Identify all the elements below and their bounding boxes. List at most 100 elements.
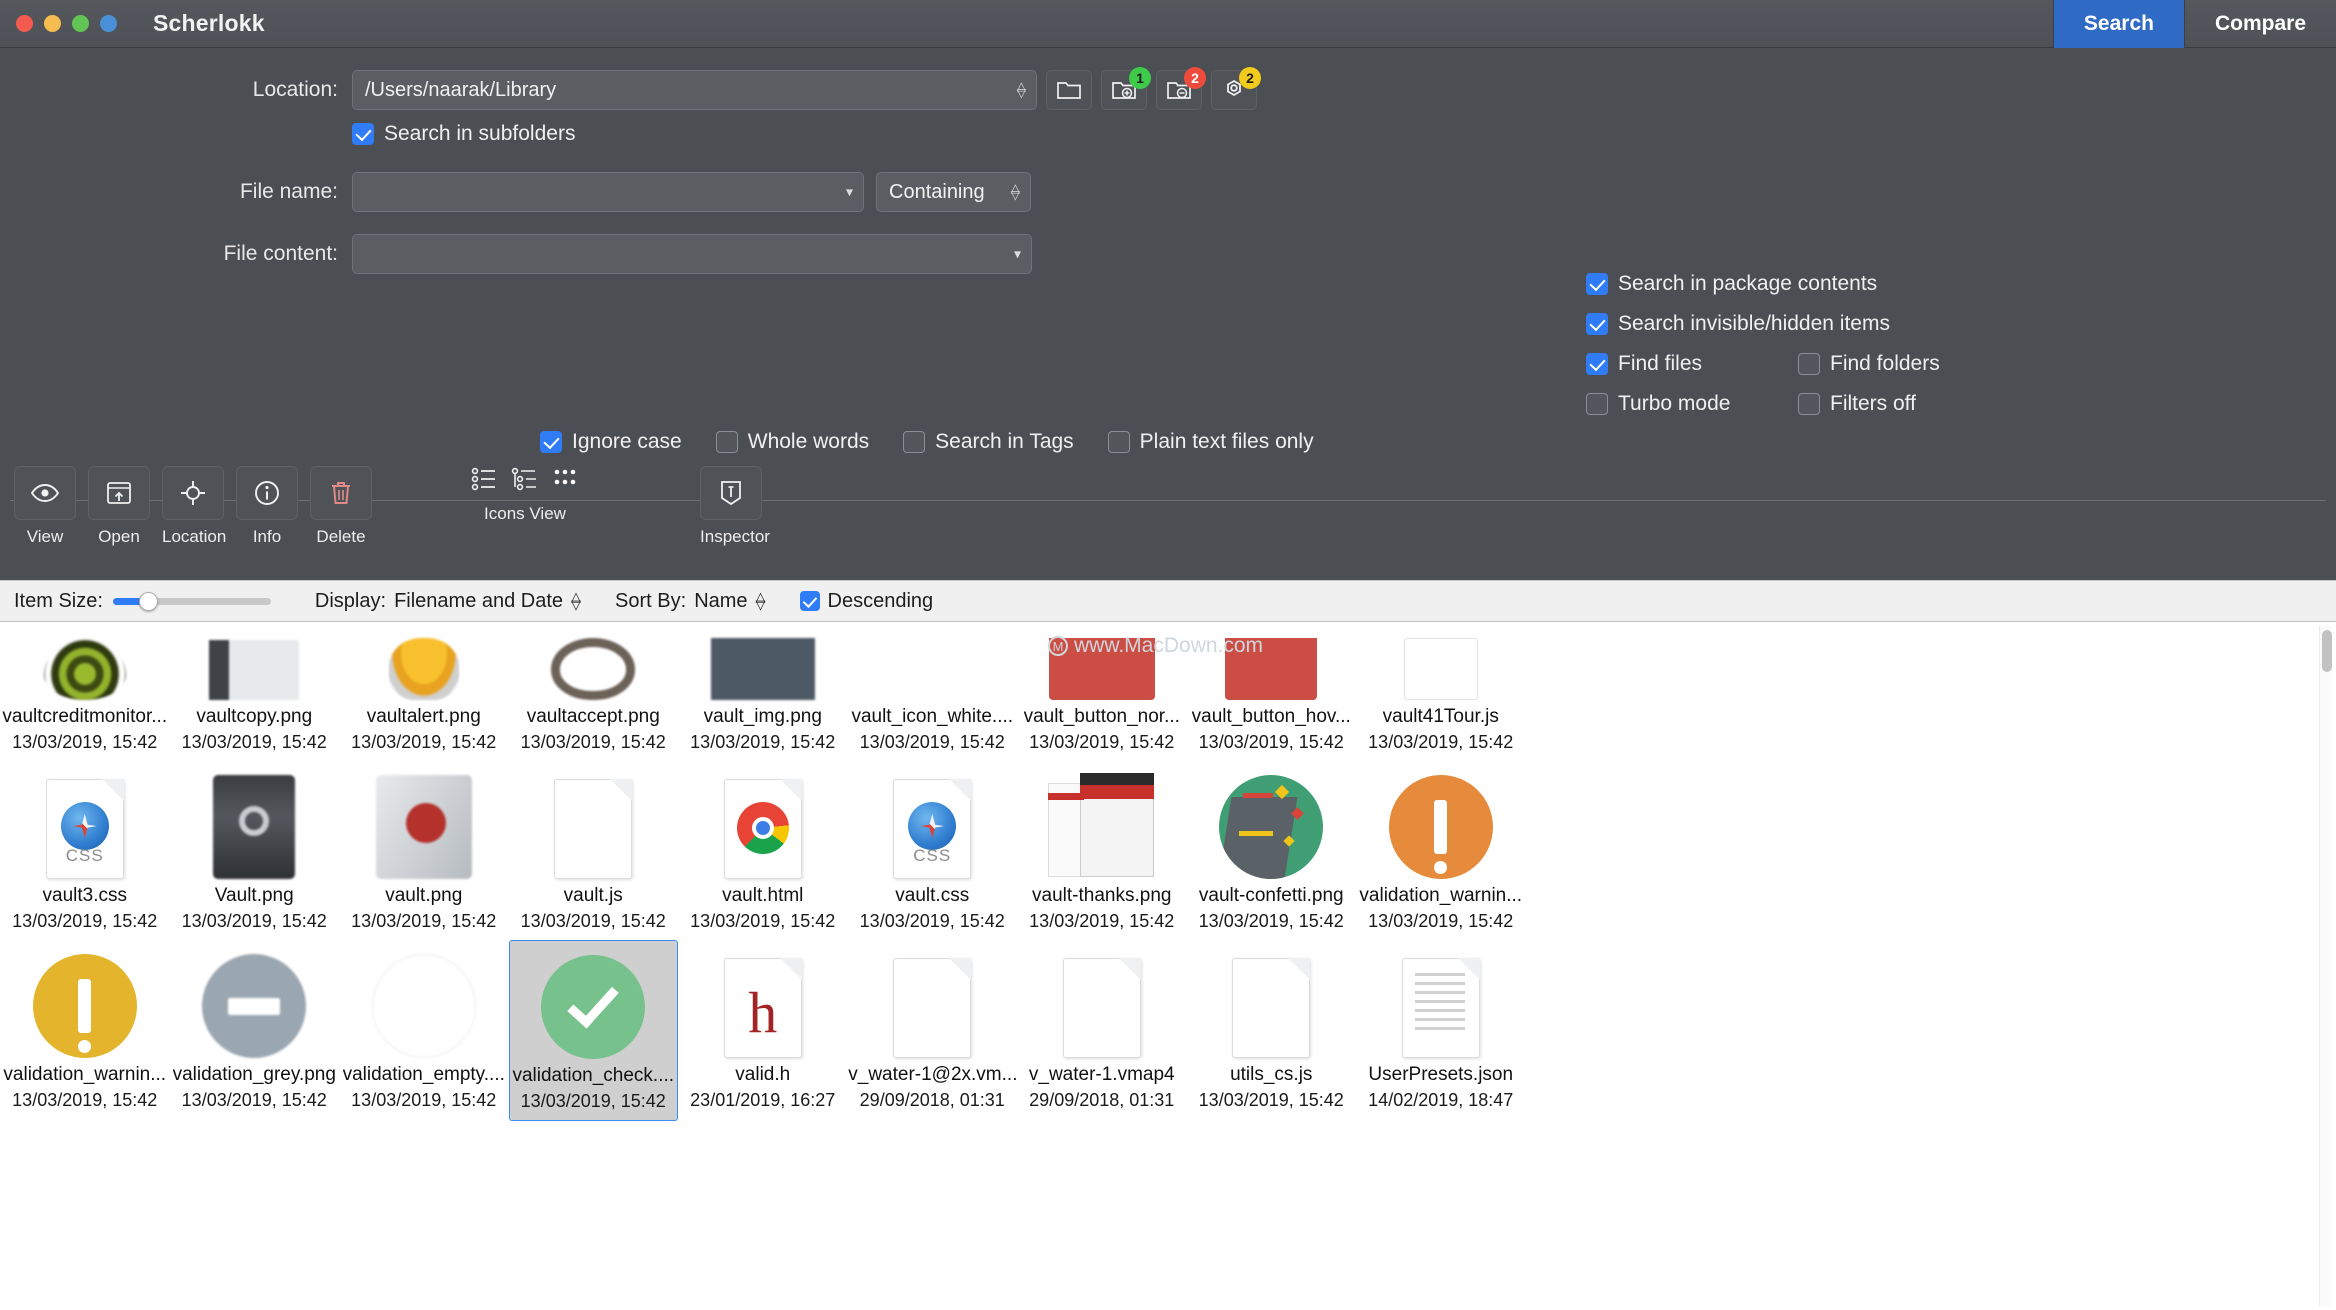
file-date: 13/03/2019, 15:42 <box>520 911 666 931</box>
checkbox-box[interactable] <box>1586 353 1608 375</box>
option-filters-off[interactable]: Filters off <box>1798 392 1916 416</box>
blank-page-icon <box>1232 958 1311 1058</box>
file-name: vault_img.png <box>703 706 822 727</box>
checkbox-box[interactable] <box>1586 273 1608 295</box>
folder-icon <box>1057 82 1081 99</box>
list-item[interactable]: vault.js 13/03/2019, 15:42 <box>509 761 679 940</box>
minimize-button[interactable] <box>44 15 61 32</box>
results-scrollbar[interactable] <box>2319 626 2332 1306</box>
list-item[interactable]: validation_check.... 13/03/2019, 15:42 <box>508 940 678 1121</box>
list-item[interactable]: utils_cs.js 13/03/2019, 15:42 <box>1187 940 1357 1121</box>
checkbox-box[interactable] <box>903 431 926 453</box>
option-plain-text-only[interactable]: Plain text files only <box>1107 430 1314 454</box>
display-select[interactable]: Display: Filename and Date △ ▽ <box>315 590 581 613</box>
location-row: Location: /Users/naarak/Library △ ▽ 1 2 … <box>0 67 2336 110</box>
checkbox-box[interactable] <box>799 591 820 611</box>
inspector-button[interactable]: Inspector <box>700 466 770 547</box>
remove-folder-button[interactable]: 2 <box>1156 67 1206 110</box>
open-button[interactable]: Open <box>88 466 150 547</box>
close-button[interactable] <box>16 15 33 32</box>
checkbox-box[interactable] <box>1586 313 1608 335</box>
checkbox-label: Ignore case <box>572 430 682 453</box>
match-mode-select[interactable]: Containing △ ▽ <box>876 172 1031 212</box>
list-item[interactable]: validation_warnin... 13/03/2019, 15:42 <box>1356 761 1526 940</box>
list-item[interactable]: validation_warnin... 13/03/2019, 15:42 <box>0 940 170 1121</box>
chevron-updown-icon[interactable]: △ ▽ <box>756 590 766 611</box>
list-view-button[interactable] <box>470 466 498 497</box>
chevron-updown-icon[interactable]: △ ▽ <box>1017 80 1026 99</box>
chevron-down-icon[interactable]: ▾ <box>846 184 853 201</box>
list-item[interactable]: h valid.h 23/01/2019, 16:27 <box>678 940 848 1121</box>
file-content-input[interactable]: ▾ <box>352 234 1032 274</box>
file-thumbnail <box>213 767 296 879</box>
list-item[interactable]: vault-thanks.png 13/03/2019, 15:42 <box>1017 761 1187 940</box>
list-item[interactable]: vault41Tour.js 13/03/2019, 15:42 <box>1356 622 1526 761</box>
list-item[interactable]: vaultalert.png 13/03/2019, 15:42 <box>339 622 509 761</box>
list-item[interactable]: vault_button_nor... 13/03/2019, 15:42 <box>1017 622 1187 761</box>
info-button[interactable]: Info <box>236 466 298 547</box>
checkbox-label: Search in subfolders <box>384 122 576 145</box>
list-item[interactable]: Vault.png 13/03/2019, 15:42 <box>170 761 340 940</box>
chevron-down-icon[interactable]: ▾ <box>1014 246 1021 263</box>
settings-button[interactable]: 2 <box>1211 67 1261 110</box>
list-item[interactable]: vault_icon_white.... 13/03/2019, 15:42 <box>848 622 1018 761</box>
list-item[interactable]: vault.png 13/03/2019, 15:42 <box>339 761 509 940</box>
checkbox-box[interactable] <box>1107 431 1130 453</box>
item-size-slider[interactable] <box>112 591 271 611</box>
list-item[interactable]: CSS vault3.css 13/03/2019, 15:42 <box>0 761 170 940</box>
list-item[interactable]: validation_empty.... 13/03/2019, 15:42 <box>339 940 509 1121</box>
checkbox-box[interactable] <box>352 123 374 145</box>
checkbox-box[interactable] <box>540 431 562 453</box>
tab-compare[interactable]: Compare <box>2183 0 2336 48</box>
option-find-folders[interactable]: Find folders <box>1798 352 1940 376</box>
list-item[interactable]: v_water-1.vmap4 29/09/2018, 01:31 <box>1017 940 1187 1121</box>
checkbox-box[interactable] <box>1798 353 1820 375</box>
option-search-in-tags[interactable]: Search in Tags <box>903 430 1074 454</box>
yellow-exclamation-icon <box>32 954 137 1058</box>
file-thumbnail <box>710 628 815 700</box>
option-find-files[interactable]: Find files <box>1586 352 1798 376</box>
list-item[interactable]: vaultaccept.png 13/03/2019, 15:42 <box>509 622 679 761</box>
file-name-input[interactable]: ▾ <box>352 172 864 212</box>
add-folder-button[interactable]: 1 <box>1101 67 1151 110</box>
search-in-subfolders-checkbox[interactable]: Search in subfolders <box>352 122 575 146</box>
zoom-button[interactable] <box>72 15 89 32</box>
list-item[interactable]: vault.html 13/03/2019, 15:42 <box>678 761 848 940</box>
sort-by-select[interactable]: Sort By: Name △ ▽ <box>615 590 766 613</box>
location-input[interactable]: /Users/naarak/Library △ ▽ <box>352 70 1037 110</box>
checkbox-box[interactable] <box>715 431 738 453</box>
results-area[interactable]: vaultcreditmonitor... 13/03/2019, 15:42 … <box>0 622 2336 1310</box>
location-button[interactable]: Location <box>162 466 226 547</box>
list-item[interactable]: validation_grey.png 13/03/2019, 15:42 <box>170 940 340 1121</box>
checkbox-box[interactable] <box>1586 393 1608 415</box>
list-item[interactable]: vault_button_hov... 13/03/2019, 15:42 <box>1187 622 1357 761</box>
list-item[interactable]: CSS vault.css 13/03/2019, 15:42 <box>848 761 1018 940</box>
open-folder-button[interactable] <box>1046 70 1092 110</box>
file-content-row: File content: ▾ <box>0 234 2336 274</box>
slider-knob[interactable] <box>138 591 158 611</box>
option-turbo-mode[interactable]: Turbo mode <box>1586 392 1798 416</box>
list-item[interactable]: v_water-1@2x.vm... 29/09/2018, 01:31 <box>848 940 1018 1121</box>
chevron-updown-icon[interactable]: △ ▽ <box>1011 182 1020 201</box>
option-search-invisible-items[interactable]: Search invisible/hidden items <box>1586 312 1940 336</box>
scrollbar-thumb[interactable] <box>2322 630 2332 672</box>
file-name: vault-thanks.png <box>1032 885 1172 906</box>
view-button[interactable]: View <box>14 466 76 547</box>
inspector-icon <box>721 481 741 506</box>
list-item[interactable]: vault_img.png 13/03/2019, 15:42 <box>678 622 848 761</box>
checkbox-box[interactable] <box>1798 393 1820 415</box>
option-whole-words[interactable]: Whole words <box>715 430 869 454</box>
tab-search[interactable]: Search <box>2052 0 2184 48</box>
list-item[interactable]: UserPresets.json 14/02/2019, 18:47 <box>1356 940 1526 1121</box>
list-item[interactable]: vault-confetti.png 13/03/2019, 15:42 <box>1187 761 1357 940</box>
list-item[interactable]: vaultcreditmonitor... 13/03/2019, 15:42 <box>0 622 170 761</box>
icons-view-button[interactable] <box>550 466 580 497</box>
tree-view-button[interactable] <box>510 466 538 497</box>
list-item[interactable]: vaultcopy.png 13/03/2019, 15:42 <box>170 622 340 761</box>
option-search-package-contents[interactable]: Search in package contents <box>1586 272 1940 296</box>
option-ignore-case[interactable]: Ignore case <box>540 430 682 454</box>
descending-checkbox[interactable]: Descending <box>799 590 933 613</box>
chevron-updown-icon[interactable]: △ ▽ <box>571 590 581 611</box>
extra-window-button[interactable] <box>100 15 117 32</box>
delete-button[interactable]: Delete <box>310 466 372 547</box>
